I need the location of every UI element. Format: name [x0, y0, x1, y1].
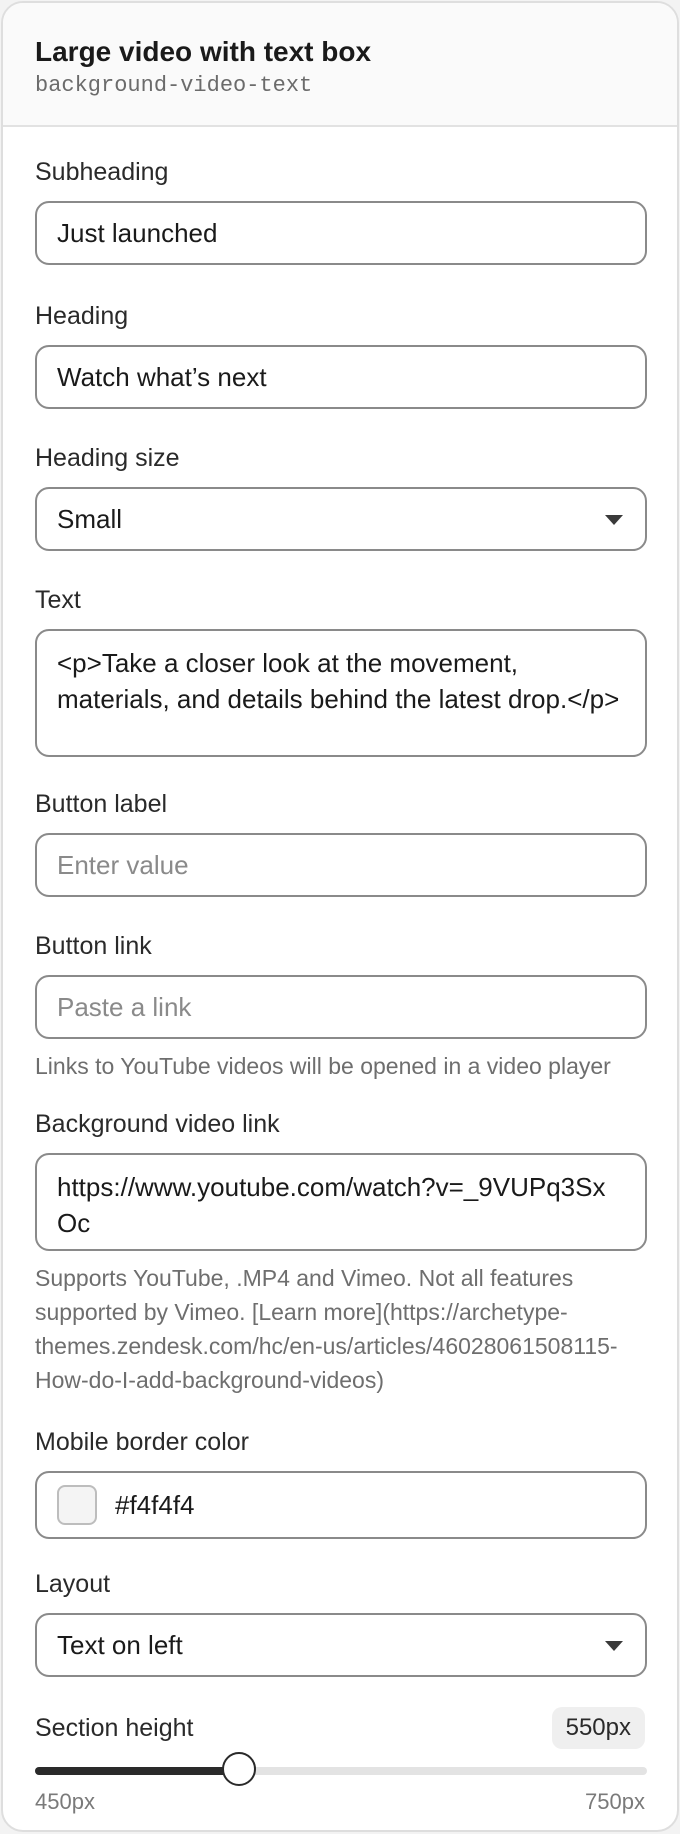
slider-max-label: 750px [585, 1789, 645, 1814]
button-label-label: Button label [35, 790, 168, 818]
subheading-field: Subheading [35, 157, 647, 265]
heading-input[interactable] [35, 345, 647, 409]
mobile-border-color-field: Mobile border color #f4f4f4 [35, 1427, 647, 1539]
button-link-field: Button link Links to YouTube videos will… [35, 931, 647, 1083]
video-link-help: Supports YouTube, .MP4 and Vimeo. Not al… [35, 1265, 618, 1393]
section-height-value-badge: 550px [551, 1707, 645, 1749]
button-link-help: Links to YouTube videos will be opened i… [35, 1053, 611, 1079]
mobile-border-color-label: Mobile border color [35, 1428, 249, 1456]
button-label-input[interactable] [35, 833, 647, 897]
text-label: Text [35, 586, 81, 614]
slider-thumb[interactable] [222, 1752, 256, 1786]
section-height-header: Section height 550px [35, 1707, 645, 1749]
heading-size-field: Heading size Small [35, 443, 647, 551]
color-swatch[interactable] [57, 1485, 97, 1525]
layout-value: Text on left [57, 1629, 183, 1660]
section-height-field: Section height 550px 450px 750px [35, 1707, 647, 1815]
subheading-label: Subheading [35, 158, 169, 186]
video-link-textarea[interactable]: https://www.youtube.com/watch?v=_9VUPq3S… [35, 1153, 647, 1251]
layout-field: Layout Text on left [35, 1569, 647, 1677]
panel-title: Large video with text box [35, 36, 372, 67]
color-hex-value: #f4f4f4 [115, 1489, 195, 1520]
chevron-down-icon [605, 1641, 623, 1651]
text-textarea[interactable]: <p>Take a closer look at the movement, m… [35, 629, 647, 757]
section-height-slider[interactable] [35, 1752, 647, 1786]
section-height-label: Section height [35, 1714, 194, 1742]
section-id: background-video-text [35, 73, 313, 98]
heading-size-label: Heading size [35, 444, 180, 472]
mobile-border-color-input[interactable]: #f4f4f4 [35, 1471, 647, 1539]
slider-min-label: 450px [35, 1789, 95, 1814]
section-height-range-labels: 450px 750px [35, 1789, 645, 1815]
button-label-field: Button label [35, 789, 647, 897]
text-field: Text <p>Take a closer look at the moveme… [35, 585, 647, 757]
subheading-input[interactable] [35, 201, 647, 265]
settings-panel: Large video with text box background-vid… [1, 1, 679, 1832]
chevron-down-icon [605, 515, 623, 525]
panel-body: Subheading Heading Heading size Small Te… [3, 127, 677, 1815]
heading-field: Heading [35, 301, 647, 409]
video-link-field: Background video link https://www.youtub… [35, 1109, 647, 1397]
button-link-label: Button link [35, 932, 152, 960]
heading-label: Heading [35, 302, 129, 330]
video-link-label: Background video link [35, 1110, 280, 1138]
button-link-input[interactable] [35, 975, 647, 1039]
heading-size-value: Small [57, 503, 123, 534]
layout-select[interactable]: Text on left [35, 1613, 647, 1677]
heading-size-select[interactable]: Small [35, 487, 647, 551]
panel-header: Large video with text box background-vid… [3, 3, 677, 127]
slider-fill [35, 1767, 239, 1775]
layout-label: Layout [35, 1570, 111, 1598]
